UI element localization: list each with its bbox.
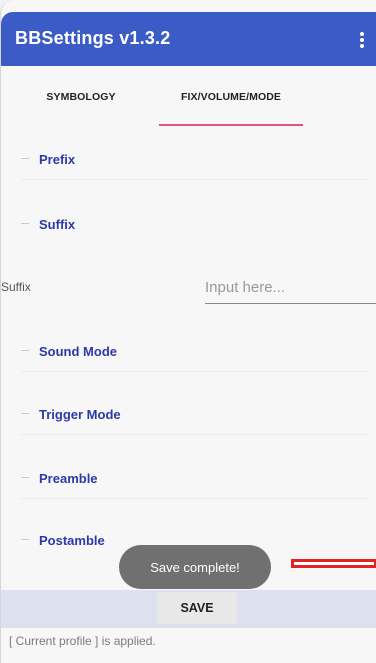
list-item-label: Postamble <box>39 533 105 548</box>
suffix-input[interactable] <box>205 272 376 304</box>
bullet-icon <box>21 158 29 159</box>
bullet-icon <box>21 477 29 478</box>
list-item-label: Sound Mode <box>39 344 117 359</box>
tab-bar: SYMBOLOGY FIX/VOLUME/MODE <box>1 66 376 128</box>
list-item-prefix[interactable]: Prefix <box>1 140 376 180</box>
tab-symbology[interactable]: SYMBOLOGY <box>21 66 141 128</box>
tab-fix-volume-mode[interactable]: FIX/VOLUME/MODE <box>155 66 307 128</box>
annotation-highlight <box>291 559 376 568</box>
bullet-icon <box>21 539 29 540</box>
app-bar: BBSettings v1.3.2 <box>1 12 376 66</box>
list-item-label: Prefix <box>39 152 76 167</box>
save-button[interactable]: SAVE <box>157 592 237 624</box>
list-item-label: Preamble <box>39 471 98 486</box>
list-item-label: Suffix <box>39 217 76 232</box>
overflow-menu-icon[interactable] <box>359 32 365 50</box>
suffix-input-row: Suffix <box>1 270 376 314</box>
divider <box>21 498 369 499</box>
divider <box>21 179 369 180</box>
phone-screen: BBSettings v1.3.2 SYMBOLOGY FIX/VOLUME/M… <box>0 0 376 663</box>
divider <box>21 371 369 372</box>
toast-message: Save complete! <box>119 545 271 589</box>
bullet-icon <box>21 223 29 224</box>
divider <box>21 434 369 435</box>
status-message: [ Current profile ] is applied. <box>9 634 156 648</box>
list-item-sound-mode[interactable]: Sound Mode <box>1 332 376 372</box>
bullet-icon <box>21 413 29 414</box>
suffix-field-label: Suffix <box>1 280 31 294</box>
list-item-suffix[interactable]: Suffix <box>1 205 376 245</box>
bullet-icon <box>21 350 29 351</box>
active-tab-indicator <box>159 124 303 126</box>
list-item-label: Trigger Mode <box>39 407 121 422</box>
list-item-trigger-mode[interactable]: Trigger Mode <box>1 395 376 435</box>
list-item-preamble[interactable]: Preamble <box>1 459 376 499</box>
app-title: BBSettings v1.3.2 <box>15 28 171 48</box>
